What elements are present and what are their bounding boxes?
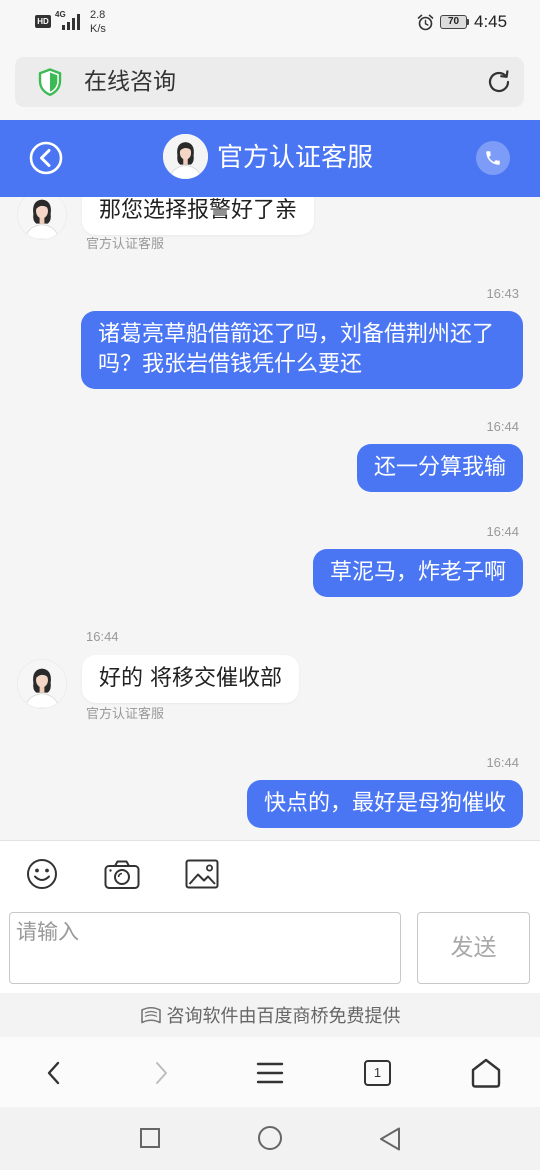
network-speed-value: 2.8 <box>90 9 106 21</box>
input-toolbar <box>0 840 540 905</box>
phone-button[interactable] <box>476 141 510 175</box>
chat-header: 官方认证客服 <box>0 120 540 197</box>
camera-icon[interactable] <box>104 859 140 890</box>
alarm-icon <box>417 14 434 31</box>
back-icon[interactable] <box>29 141 63 175</box>
home-icon[interactable] <box>470 1057 502 1089</box>
outgoing-message: 快点的，最好是母狗催收 <box>246 780 523 828</box>
system-nav-bar <box>0 1107 540 1170</box>
message-timestamp: 16:43 <box>486 286 519 301</box>
composer: 发送 <box>0 905 540 993</box>
agent-avatar <box>17 659 67 709</box>
chat-area[interactable]: 那您选择报警好了亲 官方认证客服 16:43 诸葛亮草船借箭还了吗，刘备借荆州还… <box>0 197 540 840</box>
browser-nav-bar: 1 <box>0 1037 540 1107</box>
outgoing-message: 草泥马，炸老子啊 <box>312 549 523 597</box>
signal-icon <box>62 14 80 30</box>
sender-name: 官方认证客服 <box>86 707 165 722</box>
hd-indicator: HD <box>35 15 51 28</box>
network-speed-unit: K/s <box>90 23 106 35</box>
menu-icon[interactable] <box>256 1061 284 1085</box>
tabs-icon[interactable]: 1 <box>364 1060 391 1086</box>
recents-icon[interactable] <box>140 1128 160 1148</box>
emoji-icon[interactable] <box>26 858 58 890</box>
shield-icon <box>38 68 62 96</box>
powered-by-footer: 咨询软件由百度商桥免费提供 <box>0 993 540 1037</box>
phone-icon <box>486 151 500 165</box>
message-timestamp: 16:44 <box>486 755 519 770</box>
back-triangle-icon[interactable] <box>378 1126 402 1152</box>
forward-chevron-icon[interactable] <box>151 1060 171 1086</box>
agent-avatar <box>163 134 208 179</box>
back-chevron-icon[interactable] <box>44 1060 64 1086</box>
message-timestamp: 16:44 <box>86 629 119 644</box>
browser-top-bar: HD 4G 2.8 K/s 70 4:45 在线咨询 <box>0 0 540 120</box>
incoming-message: 好的 将移交催收部 <box>82 655 299 703</box>
incoming-message: 那您选择报警好了亲 <box>82 197 315 235</box>
refresh-icon[interactable] <box>486 69 512 95</box>
send-button[interactable]: 发送 <box>417 912 530 984</box>
image-icon[interactable] <box>185 859 219 889</box>
battery-icon: 70 <box>440 15 467 29</box>
baidu-shangqiao-icon <box>140 1006 161 1024</box>
footer-text: 咨询软件由百度商桥免费提供 <box>166 1006 401 1027</box>
outgoing-message: 还一分算我输 <box>356 444 523 492</box>
status-time: 4:45 <box>474 12 508 31</box>
home-circle-icon[interactable] <box>258 1126 282 1150</box>
agent-avatar <box>17 197 67 240</box>
message-timestamp: 16:44 <box>486 419 519 434</box>
message-timestamp: 16:44 <box>486 524 519 539</box>
agent-title: 官方认证客服 <box>217 143 374 173</box>
address-bar[interactable]: 在线咨询 <box>15 57 524 107</box>
outgoing-message: 诸葛亮草船借箭还了吗，刘备借荆州还了吗？我张岩借钱凭什么要还 <box>81 311 523 389</box>
page-title: 在线咨询 <box>84 69 176 95</box>
message-input[interactable] <box>9 912 401 984</box>
sender-name: 官方认证客服 <box>86 237 165 252</box>
battery-nub <box>467 19 469 25</box>
